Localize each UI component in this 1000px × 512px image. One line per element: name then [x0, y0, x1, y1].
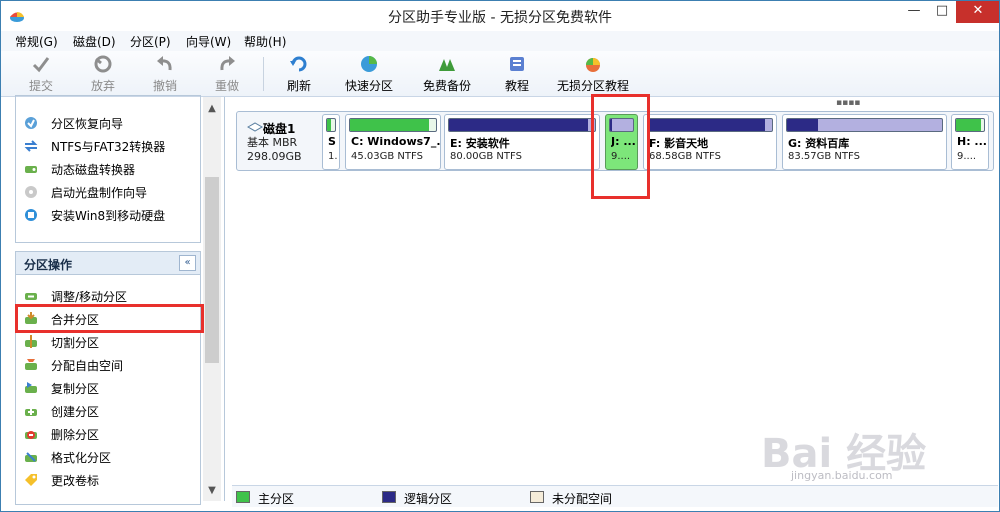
tutorial-icon	[510, 57, 524, 71]
partition-g[interactable]: G: 资料百库 83.57GB NTFS	[782, 114, 947, 170]
sidebar-scrollbar[interactable]: ▲ ▼	[203, 97, 221, 501]
partition-info: 68.58GB NTFS	[649, 151, 721, 162]
usage-fill	[327, 119, 331, 131]
free-backup-label: 免费备份	[422, 79, 471, 93]
free-backup-button[interactable]: 免费备份	[421, 53, 473, 94]
partition-h[interactable]: H: ... 9....	[951, 114, 989, 170]
partition-f[interactable]: F: 影音天地 68.58GB NTFS	[643, 114, 777, 170]
menu-general[interactable]: 常规(G)	[15, 33, 58, 50]
splitter-handle[interactable]: ▪▪▪▪	[836, 98, 860, 108]
partition-info: 45.03GB NTFS	[351, 151, 423, 162]
window-title: 分区助手专业版 - 无损分区免费软件	[388, 10, 612, 26]
menu-disk[interactable]: 磁盘(D)	[73, 33, 116, 50]
resize-icon	[25, 293, 37, 300]
split-icon	[25, 335, 37, 348]
refresh-button[interactable]: 刷新	[283, 53, 315, 94]
undo-icon	[157, 56, 172, 71]
partition-name: E: 安装软件	[450, 137, 510, 150]
app-window: 分区助手专业版 - 无损分区免费软件 — □ ✕ 常规(G) 磁盘(D) 分区(…	[0, 0, 1000, 512]
backup-icon	[439, 59, 455, 71]
disk-label[interactable]: 磁盘1 基本 MBR 298.09GB	[241, 114, 321, 170]
discard-button[interactable]: 放弃	[87, 53, 119, 94]
allocate-icon	[25, 359, 37, 370]
merge-highlight	[15, 304, 204, 333]
usage-fill	[956, 119, 982, 131]
windows-icon	[25, 209, 37, 221]
tutorial-button[interactable]: 教程	[501, 53, 533, 94]
primary-swatch	[236, 491, 250, 503]
legend-bar: 主分区 逻辑分区 未分配空间	[232, 485, 998, 507]
watermark-url: jingyan.baidu.com	[791, 469, 893, 482]
usage-fill	[787, 119, 818, 131]
close-button[interactable]: ✕	[956, 1, 999, 23]
disk-size: 298.09GB	[247, 150, 302, 163]
lossless-tutorial-button[interactable]: 无损分区教程	[557, 53, 629, 94]
menu-help[interactable]: 帮助(H)	[244, 33, 286, 50]
partition-ops-title: 分区操作	[24, 258, 73, 272]
discard-icon	[94, 55, 112, 73]
unallocated-swatch	[530, 491, 544, 503]
scroll-up-icon[interactable]: ▲	[203, 103, 221, 119]
title-bar: 分区助手专业版 - 无损分区免费软件 — □ ✕	[1, 1, 999, 31]
toolbar: 提交 放弃 撤销 重做 刷新 快速分区 免费备份 教程 无损分区教程	[1, 51, 999, 97]
format-icon	[25, 452, 37, 462]
usage-fill	[350, 119, 430, 131]
maximize-button[interactable]: □	[928, 1, 956, 23]
partition-info: 9....	[957, 151, 977, 162]
lossless-tutorial-label: 无损分区教程	[557, 79, 630, 93]
tutorial-label: 教程	[504, 79, 529, 93]
copy-icon	[25, 382, 37, 393]
disk-icon	[247, 122, 263, 132]
redo-label: 重做	[214, 79, 239, 93]
partition-ops-header: 分区操作 «	[15, 251, 201, 275]
refresh-label: 刷新	[286, 79, 311, 93]
convert-icon	[24, 140, 38, 152]
partition-info: 83.57GB NTFS	[788, 151, 860, 162]
check-icon	[32, 57, 50, 73]
logical-swatch	[382, 491, 396, 503]
refresh-icon	[290, 56, 307, 72]
quick-partition-button[interactable]: 快速分区	[343, 53, 395, 94]
usage-fill	[648, 119, 765, 131]
commit-label: 提交	[28, 79, 53, 93]
partition-name: G: 资料百库	[788, 137, 850, 150]
scroll-thumb[interactable]	[205, 177, 219, 363]
quick-partition-label: 快速分区	[344, 79, 393, 93]
redo-button[interactable]: 重做	[211, 53, 243, 94]
dynamic-disk-icon	[25, 166, 37, 173]
scroll-down-icon[interactable]: ▼	[203, 485, 221, 501]
undo-button[interactable]: 撤销	[149, 53, 181, 94]
quick-partition-icon	[361, 56, 377, 72]
partition-c[interactable]: C: Windows7_... 45.03GB NTFS	[345, 114, 441, 170]
lossless-tutorial-icon	[586, 58, 600, 72]
partition-highlight	[591, 94, 650, 199]
undo-label: 撤销	[152, 79, 177, 93]
menu-partition[interactable]: 分区(P)	[130, 33, 171, 50]
recovery-icon	[25, 117, 37, 129]
minimize-button[interactable]: —	[900, 1, 928, 23]
partition-name: S	[328, 135, 336, 148]
create-icon	[25, 409, 37, 416]
boot-disc-icon	[25, 186, 37, 198]
disk-type: 基本 MBR	[247, 136, 298, 149]
usage-fill	[449, 119, 588, 131]
commit-button[interactable]: 提交	[25, 53, 57, 94]
menu-bar: 常规(G) 磁盘(D) 分区(P) 向导(W) 帮助(H)	[1, 31, 999, 51]
partition-e[interactable]: E: 安装软件 80.00GB NTFS	[444, 114, 600, 170]
partition-name: H: ...	[957, 135, 987, 148]
partition-system[interactable]: S 1.	[322, 114, 340, 170]
partition-info: 1.	[328, 151, 338, 162]
collapse-button[interactable]: «	[179, 255, 196, 271]
sidebar: 分区恢复向导 NTFS与FAT32转换器 动态磁盘转换器 启动光盘制作向导 安装…	[1, 95, 225, 505]
delete-icon	[25, 431, 37, 439]
partition-info: 80.00GB NTFS	[450, 151, 522, 162]
partition-name: C: Windows7_...	[351, 135, 441, 148]
discard-label: 放弃	[90, 79, 115, 93]
redo-icon	[220, 56, 235, 71]
label-icon	[25, 474, 37, 486]
toolbar-separator	[263, 57, 264, 91]
partition-name: F: 影音天地	[649, 137, 709, 150]
menu-wizard[interactable]: 向导(W)	[186, 33, 231, 50]
